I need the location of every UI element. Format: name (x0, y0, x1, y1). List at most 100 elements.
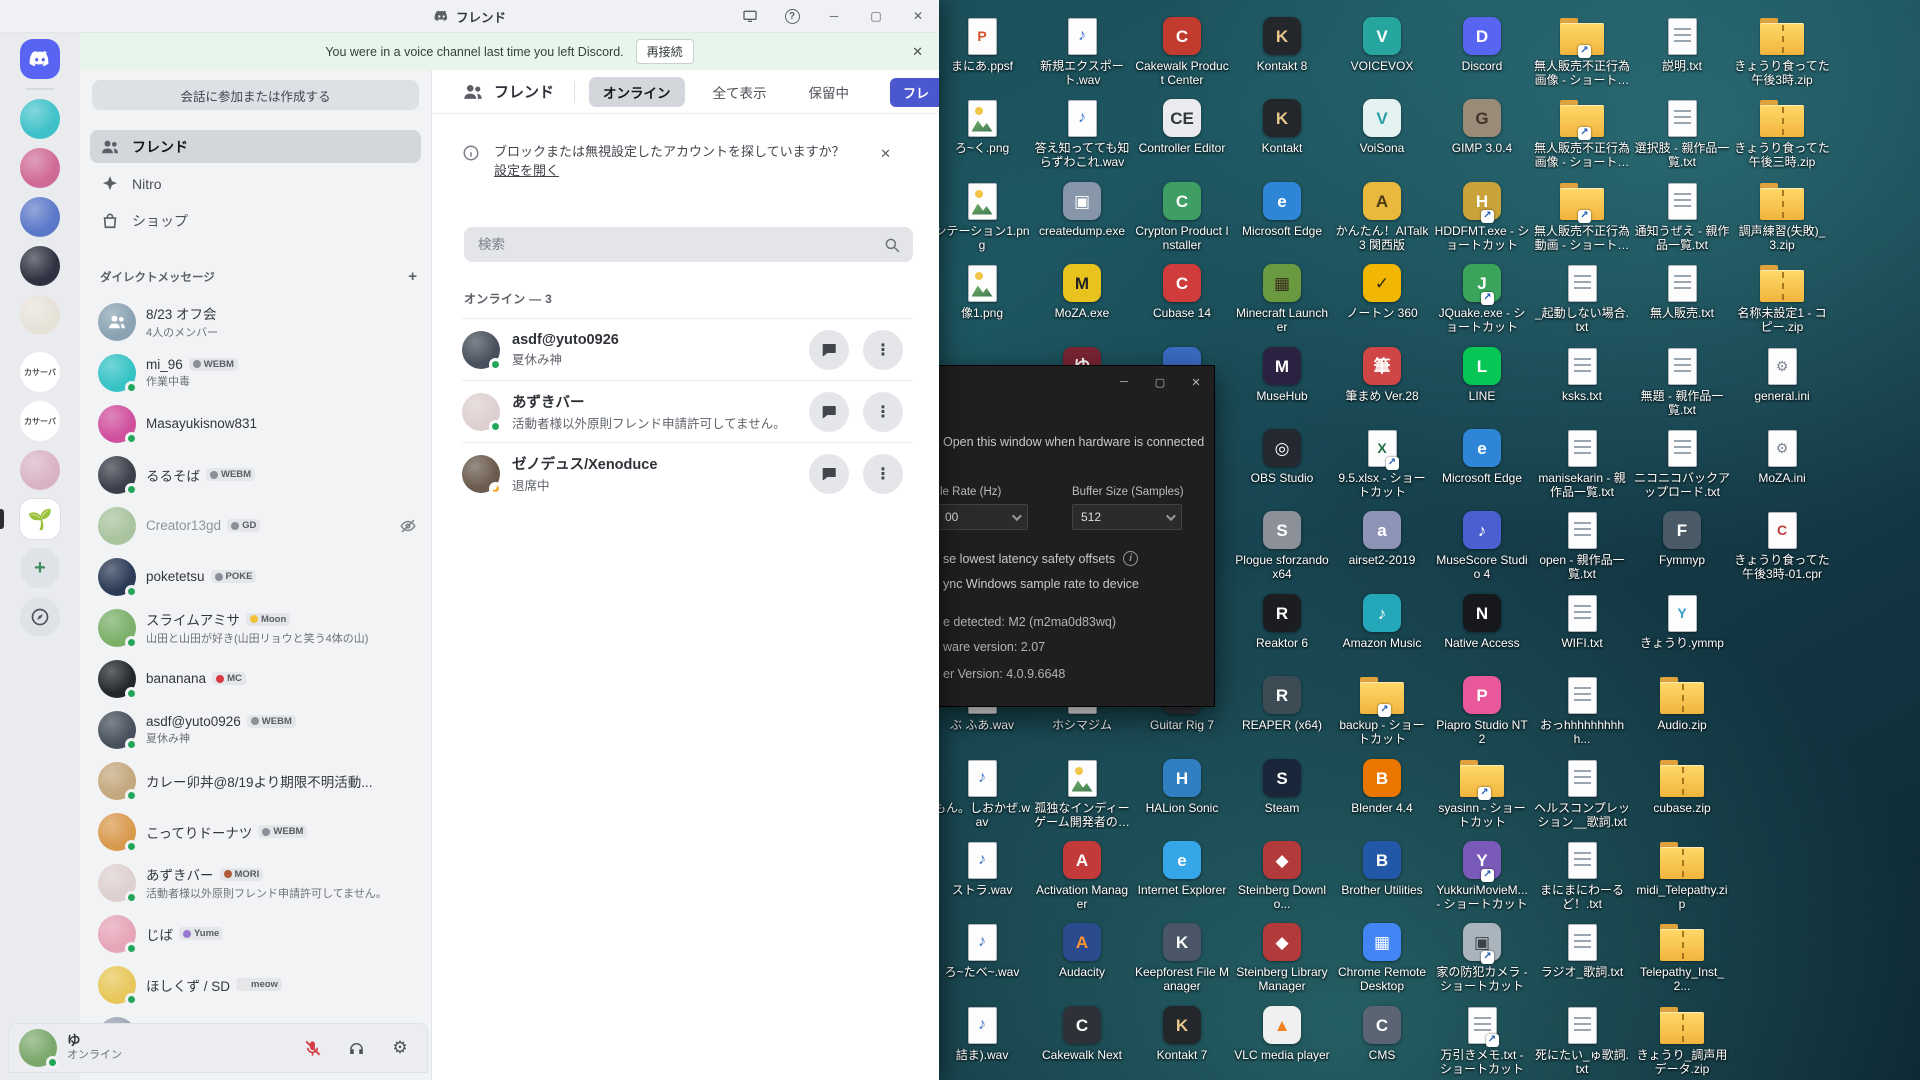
maximize-button[interactable]: ▢ (855, 0, 897, 32)
buffer-size-select[interactable]: 512 (1072, 504, 1182, 530)
desktop-icon[interactable]: eMicrosoft Edge (1232, 181, 1332, 238)
desktop-icon[interactable]: FFymmyp (1632, 510, 1732, 567)
desktop-icon[interactable]: 通知うぜえ - 親作品一覧.txt (1632, 181, 1732, 252)
server-icon-1[interactable] (20, 99, 60, 139)
desktop-icon[interactable]: aairset2-2019 (1332, 510, 1432, 567)
dm-list-item[interactable]: るるそばWEBM (90, 449, 425, 500)
sync-sample-rate-option[interactable]: ync Windows sample rate to device (943, 577, 1139, 591)
friend-row[interactable]: あずきバー活動者様以外原則フレンド申請許可してません。⋮ (462, 380, 913, 442)
desktop-icon[interactable]: GGIMP 3.0.4 (1432, 98, 1532, 155)
desktop-icon[interactable]: ⚙MoZA.ini (1732, 428, 1832, 485)
desktop-icon[interactable]: eMicrosoft Edge (1432, 428, 1532, 485)
open-settings-link[interactable]: 設定を開く (494, 163, 559, 178)
desktop-icon[interactable]: CEController Editor (1132, 98, 1232, 155)
add-server-button[interactable]: + (20, 548, 60, 588)
desktop-icon[interactable]: PPiapro Studio NT2 (1432, 675, 1532, 746)
desktop-icon[interactable]: ♪MuseScore Studio 4 (1432, 510, 1532, 581)
friend-row[interactable]: ゼノデュス/Xenoduce退席中⋮ (462, 442, 913, 504)
tab-all[interactable]: 全て表示 (699, 77, 781, 107)
dialog-titlebar[interactable]: ─ ▢ ✕ (936, 366, 1214, 398)
desktop-icon[interactable]: Cきょうり食ってた午後3時-01.cpr (1732, 510, 1832, 581)
close-button[interactable]: ✕ (897, 0, 939, 32)
dm-list-item[interactable]: asdf@yuto0926WEBM夏休み神 (90, 704, 425, 755)
desktop-icon[interactable]: BBlender 4.4 (1332, 758, 1432, 815)
desktop-icon[interactable]: 筆筆まめ Ver.28 (1332, 346, 1432, 403)
dm-list-item[interactable]: こってりドーナツWEBM (90, 806, 425, 857)
home-button[interactable] (20, 39, 60, 79)
dm-list-item[interactable]: banananaMC (90, 653, 425, 704)
desktop-icon[interactable]: きょうり_調声用データ.zip (1632, 1005, 1732, 1076)
desktop-icon[interactable]: ♪ろ~たべ~.wav (932, 922, 1032, 979)
dm-list-item[interactable]: poketetsuPOKE (90, 551, 425, 602)
desktop-icon[interactable]: Yきょうり.ymmp (1632, 593, 1732, 650)
desktop-icon[interactable]: ↗万引きメモ.txt - ショートカット (1432, 1005, 1532, 1076)
dm-list-item[interactable]: mi_96WEBM作業中毒 (90, 347, 425, 398)
server-icon-4[interactable] (20, 246, 60, 286)
desktop-icon[interactable]: KKontakt 7 (1132, 1005, 1232, 1062)
desktop-icon[interactable]: LLINE (1432, 346, 1532, 403)
desktop-icon[interactable]: CCMS (1332, 1005, 1432, 1062)
desktop-icon[interactable]: midi_Telepathy.zip (1632, 840, 1732, 911)
desktop-icon[interactable]: ♪新規エクスポート.wav (1032, 16, 1132, 87)
desktop-icon[interactable]: Telepathy_Inst_2... (1632, 922, 1732, 993)
more-button[interactable]: ⋮ (863, 454, 903, 494)
desktop-icon[interactable]: ↗syasinn - ショートカット (1432, 758, 1532, 829)
friend-row[interactable]: asdf@yuto0926夏休み神⋮ (462, 318, 913, 380)
desktop-icon[interactable]: Pまにあ.ppsf (932, 16, 1032, 73)
deafen-button[interactable] (339, 1033, 373, 1063)
desktop-icon[interactable]: ↗無人販売不正行為画像 - ショートカッ... (1532, 16, 1632, 87)
desktop-icon[interactable]: 無人販売.txt (1632, 263, 1732, 320)
desktop-icon[interactable]: CCrypton Product Installer (1132, 181, 1232, 252)
sidebar-item-nitro[interactable]: Nitro (90, 167, 421, 200)
desktop-icon[interactable]: ヘルスコンプレッション__歌詞.txt (1532, 758, 1632, 829)
desktop-icon[interactable]: ▣↗家の防犯カメラ - ショートカット (1432, 922, 1532, 993)
dialog-minimize-button[interactable]: ─ (1106, 366, 1142, 398)
desktop-icon[interactable]: ▲VLC media player (1232, 1005, 1332, 1062)
server-icon-3[interactable] (20, 197, 60, 237)
desktop-icon[interactable]: SPlogue sforzando x64 (1232, 510, 1332, 581)
desktop-icon[interactable]: ▦Minecraft Launcher (1232, 263, 1332, 334)
desktop-icon[interactable]: HHALion Sonic (1132, 758, 1232, 815)
message-button[interactable] (809, 392, 849, 432)
desktop-icon[interactable]: ろ~く.png (932, 98, 1032, 155)
minimize-button[interactable]: ─ (813, 0, 855, 32)
discord-titlebar[interactable]: フレンド ? ─ ▢ ✕ (0, 0, 939, 33)
explore-servers-button[interactable] (20, 597, 60, 637)
banner-close-icon[interactable]: ✕ (912, 33, 923, 70)
desktop-icon[interactable]: manisekarin - 親作品一覧.txt (1532, 428, 1632, 499)
mic-mute-button[interactable] (295, 1033, 329, 1063)
desktop-icon[interactable]: ニコニコバックアップロード.txt (1632, 428, 1732, 499)
desktop-icon[interactable]: ◎OBS Studio (1232, 428, 1332, 485)
desktop-icon[interactable]: WIFI.txt (1532, 593, 1632, 650)
join-conversation-button[interactable]: 会話に参加または作成する (92, 80, 419, 110)
dm-list-item[interactable]: Masayukisnow831 (90, 398, 425, 449)
more-button[interactable]: ⋮ (863, 330, 903, 370)
desktop-icon[interactable]: CCakewalk Next (1032, 1005, 1132, 1062)
reconnect-button[interactable]: 再接続 (636, 39, 694, 64)
desktop-icon[interactable]: Audio.zip (1632, 675, 1732, 732)
desktop-icon[interactable]: ♪答え知ってても知らずわこれ.wav (1032, 98, 1132, 169)
desktop-icon[interactable]: ンテーション1.png (932, 181, 1032, 252)
dm-list-item[interactable]: じばYume (90, 908, 425, 959)
more-button[interactable]: ⋮ (863, 392, 903, 432)
desktop-icon[interactable]: 選択肢 - 親作品一覧.txt (1632, 98, 1732, 169)
desktop-icon[interactable]: ♪Amazon Music (1332, 593, 1432, 650)
lowest-latency-option[interactable]: se lowest latency safety offsets i (943, 551, 1138, 566)
desktop-icon[interactable]: 無題 - 親作品一覧.txt (1632, 346, 1732, 417)
dm-list-item[interactable]: カレー卯丼@8/19より期限不明活動... (90, 755, 425, 806)
open-when-connected-label[interactable]: Open this window when hardware is connec… (943, 434, 1208, 450)
server-icon-2[interactable] (20, 148, 60, 188)
desktop-icon[interactable]: H↗HDDFMT.exe - ショートカット (1432, 181, 1532, 252)
desktop-icon[interactable]: KKeepforest File Manager (1132, 922, 1232, 993)
desktop-icon[interactable]: 孤独なインディーゲーム開発者の一生... (1032, 758, 1132, 829)
desktop-icon[interactable]: ラジオ_歌詞.txt (1532, 922, 1632, 979)
desktop-icon[interactable]: 死にたい_ゅ歌詞.txt (1532, 1005, 1632, 1076)
add-friend-button[interactable]: フレ (890, 78, 939, 107)
notice-close-icon[interactable]: ✕ (880, 144, 891, 163)
desktop-icon[interactable]: ◆Steinberg Library Manager (1232, 922, 1332, 993)
desktop-icon[interactable]: ♪詰ま).wav (932, 1005, 1032, 1062)
desktop-icon[interactable]: RReaktor 6 (1232, 593, 1332, 650)
desktop-icon[interactable]: 説明.txt (1632, 16, 1732, 73)
dm-list-item[interactable]: スライムアミサMoon山田と山田が好き(山田リョウと笑う4体の山) (90, 602, 425, 653)
dm-list-item[interactable]: ほしくず / SDmeow (90, 959, 425, 1010)
